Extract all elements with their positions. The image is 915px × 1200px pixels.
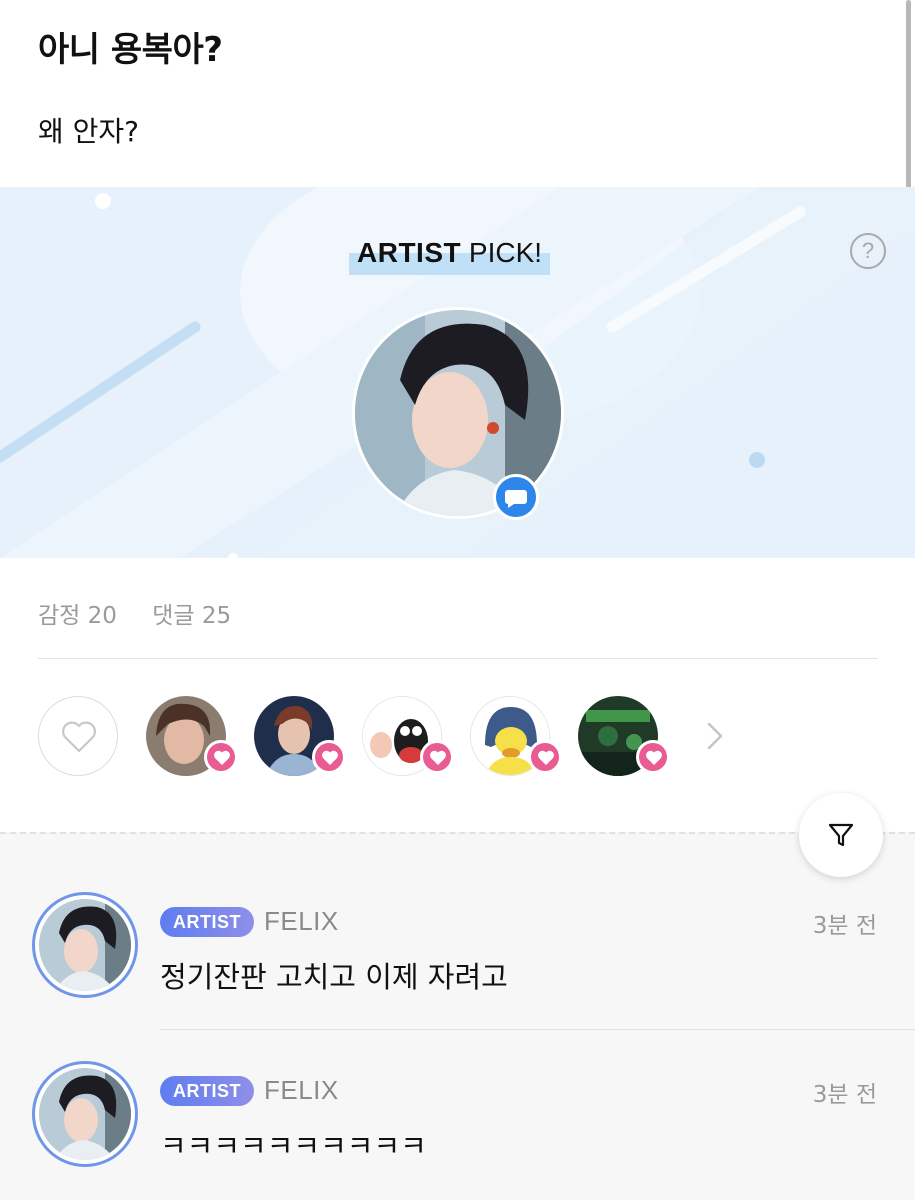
heart-icon <box>420 740 454 774</box>
heart-icon <box>636 740 670 774</box>
speech-bubble-icon <box>493 474 539 520</box>
reactor-avatar[interactable] <box>362 696 454 776</box>
question-circle-icon[interactable]: ? <box>850 233 886 269</box>
comment-author[interactable]: FELIX <box>264 1075 339 1106</box>
artist-badge: ARTIST <box>160 907 254 937</box>
heart-icon <box>312 740 346 774</box>
artist-pick-banner: ARTIST PICK! ? <box>0 187 915 558</box>
filter-button[interactable] <box>799 793 883 877</box>
post-header: 아니 용복아? 왜 안자? <box>0 0 915 187</box>
comment-author[interactable]: FELIX <box>264 906 339 937</box>
avatar[interactable] <box>32 892 138 998</box>
reactions-row <box>0 694 915 776</box>
artist-badge: ARTIST <box>160 1076 254 1106</box>
comment-time: 3분 전 <box>812 913 877 939</box>
reactor-avatar[interactable] <box>470 696 562 776</box>
emotion-count[interactable]: 감정 20 <box>38 603 117 629</box>
divider <box>160 1029 915 1030</box>
reactor-avatar[interactable] <box>578 696 670 776</box>
comment-text: ㅋㅋㅋㅋㅋㅋㅋㅋㅋㅋ <box>160 1129 427 1163</box>
reactor-avatar[interactable] <box>146 696 238 776</box>
heart-icon <box>528 740 562 774</box>
heart-icon <box>204 740 238 774</box>
heart-outline-icon <box>62 721 96 753</box>
comment-item[interactable]: ARTIST FELIX 3분 전 정기잔판 고치고 이제 자려고 <box>0 892 915 1042</box>
artist-pick-bold: ARTIST <box>357 237 462 268</box>
chevron-right-icon[interactable] <box>700 718 730 754</box>
divider <box>38 658 878 659</box>
comment-item[interactable]: ARTIST FELIX 3분 전 ㅋㅋㅋㅋㅋㅋㅋㅋㅋㅋ <box>0 1061 915 1200</box>
artist-pick-label: ARTIST PICK! <box>349 235 551 275</box>
comment-text: 정기잔판 고치고 이제 자려고 <box>160 960 508 994</box>
artist-pick-text: ARTIST PICK! <box>357 235 542 271</box>
post-stats: 감정 20 댓글 25 <box>38 596 259 630</box>
comment-time: 3분 전 <box>812 1082 877 1108</box>
post-body: 왜 안자? <box>38 115 140 148</box>
post-title: 아니 용복아? <box>38 30 223 70</box>
avatar[interactable] <box>32 1061 138 1167</box>
comments-section: ARTIST FELIX 3분 전 정기잔판 고치고 이제 자려고 ARTIST… <box>0 832 915 1200</box>
like-button[interactable] <box>38 696 118 776</box>
comment-count[interactable]: 댓글 25 <box>152 603 231 629</box>
artist-pick-rest: PICK! <box>461 237 543 268</box>
reactor-avatar[interactable] <box>254 696 346 776</box>
filter-funnel-icon <box>828 823 854 847</box>
